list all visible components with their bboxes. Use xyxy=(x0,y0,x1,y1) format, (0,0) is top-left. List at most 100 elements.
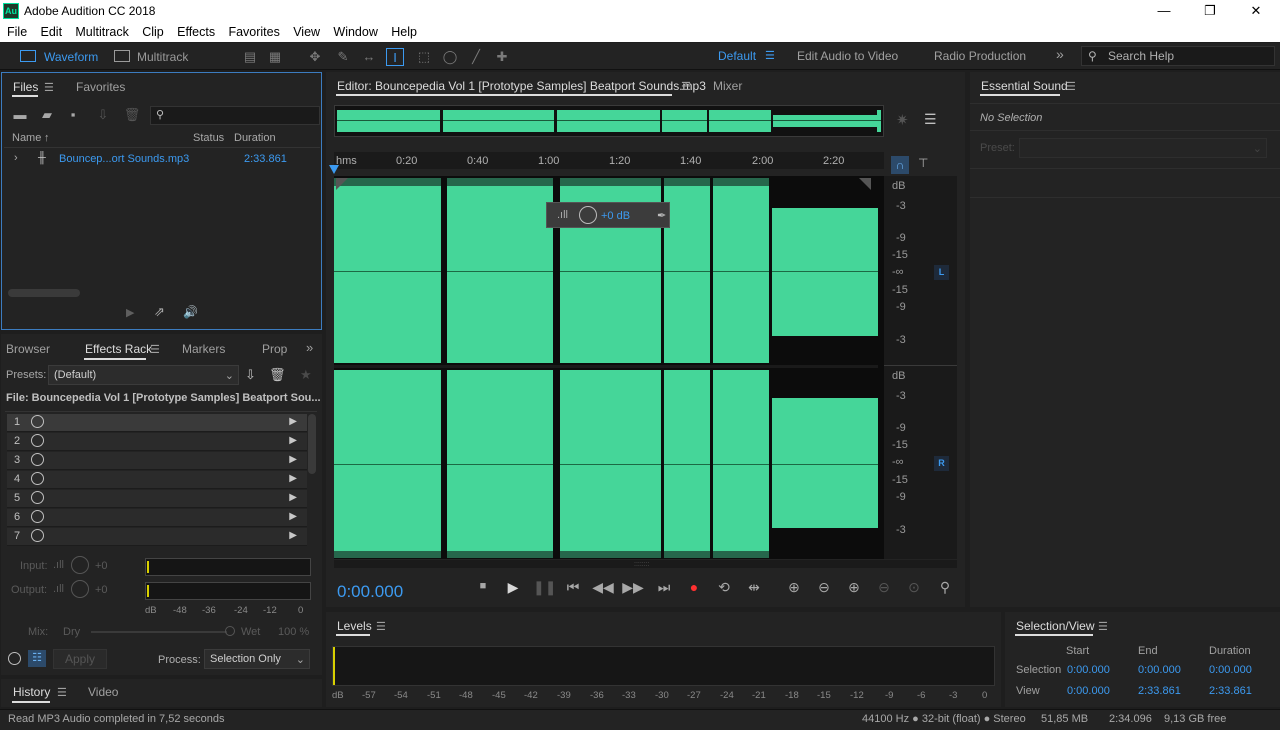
favorite-star-icon[interactable]: ★ xyxy=(300,367,312,383)
workspace-menu-icon[interactable]: ☰ xyxy=(765,49,775,62)
power-icon[interactable] xyxy=(31,510,44,523)
rack-power-icon[interactable] xyxy=(8,652,21,665)
delete-file-icon[interactable]: 🗑 xyxy=(123,106,141,124)
view-start[interactable]: 0:00.000 xyxy=(1067,685,1110,697)
view-end[interactable]: 2:33.861 xyxy=(1138,685,1181,697)
maximize-button[interactable]: ❐ xyxy=(1187,0,1233,22)
column-duration[interactable]: Duration xyxy=(234,132,276,144)
files-panel-menu-icon[interactable]: ☰ xyxy=(44,81,54,94)
menu-window[interactable]: Window xyxy=(333,22,377,39)
tab-favorites[interactable]: Favorites xyxy=(76,80,125,94)
time-selection-tool-icon[interactable]: I xyxy=(386,48,404,66)
expand-chevron-icon[interactable]: › xyxy=(14,152,18,164)
current-time-display[interactable]: 0:00.000 xyxy=(337,582,403,602)
input-gain-knob[interactable] xyxy=(71,556,89,574)
snap-magnet-icon[interactable]: ∩ xyxy=(891,156,909,174)
razor-tool-icon[interactable]: ✎ xyxy=(334,48,352,66)
tab-browser[interactable]: Browser xyxy=(6,342,50,356)
power-icon[interactable] xyxy=(31,434,44,447)
slots-scrollbar[interactable] xyxy=(308,414,316,474)
column-status[interactable]: Status xyxy=(193,132,224,144)
menu-clip[interactable]: Clip xyxy=(142,22,164,39)
tab-selection-view[interactable]: Selection/View xyxy=(1016,619,1095,633)
menu-help[interactable]: Help xyxy=(391,22,417,39)
skip-selection-icon[interactable]: ⇹ xyxy=(743,579,765,596)
waveform-tab[interactable]: Waveform xyxy=(44,47,98,67)
skip-forward-icon[interactable]: ⏭ xyxy=(653,579,675,596)
effect-slot[interactable]: 4 ▶ xyxy=(7,471,307,489)
zoom-in-time-icon[interactable]: ⊕ xyxy=(843,579,865,596)
process-dropdown[interactable]: Selection Only ⌄ xyxy=(204,649,310,669)
output-gain-knob[interactable] xyxy=(71,580,89,598)
pitch-display-icon[interactable]: ▦ xyxy=(266,48,284,66)
time-ruler[interactable]: hms 0:20 0:40 1:00 1:20 1:40 2:00 2:20 xyxy=(334,152,884,169)
spot-healing-tool-icon[interactable]: ✚ xyxy=(493,48,511,66)
zoom-in-amplitude-icon[interactable]: ⊕ xyxy=(783,579,805,596)
tab-markers[interactable]: Markers xyxy=(182,342,225,356)
tab-history[interactable]: History xyxy=(13,685,50,699)
menu-effects[interactable]: Effects xyxy=(177,22,215,39)
selection-start[interactable]: 0:00.000 xyxy=(1067,664,1110,676)
rewind-icon[interactable]: ◀◀ xyxy=(592,579,614,596)
pause-icon[interactable]: ❚❚ xyxy=(533,579,556,596)
view-duration[interactable]: 2:33.861 xyxy=(1209,685,1252,697)
channel-left-toggle[interactable]: L xyxy=(934,265,949,280)
arrow-right-icon[interactable]: ▶ xyxy=(289,454,297,465)
tab-essential-sound[interactable]: Essential Sound xyxy=(981,79,1068,93)
files-scrollbar[interactable] xyxy=(8,289,80,297)
power-icon[interactable] xyxy=(31,491,44,504)
autoplay-speaker-icon[interactable]: 🔊 xyxy=(183,305,198,319)
zoom-selection-icon[interactable]: ⊙ xyxy=(903,579,925,596)
loop-preview-icon[interactable]: ⇗ xyxy=(154,304,165,320)
arrow-right-icon[interactable]: ▶ xyxy=(289,492,297,503)
power-icon[interactable] xyxy=(31,453,44,466)
arrow-right-icon[interactable]: ▶ xyxy=(289,416,297,427)
play-preview-icon[interactable]: ▶ xyxy=(126,306,134,319)
overview-navigator[interactable] xyxy=(334,105,884,137)
marquee-tool-icon[interactable]: ⬚ xyxy=(415,48,433,66)
hud-gain-value[interactable]: +0 dB xyxy=(601,210,630,222)
move-tool-icon[interactable]: ✥ xyxy=(306,48,324,66)
slip-tool-icon[interactable]: ↔ xyxy=(360,48,378,66)
effect-slot[interactable]: 6 ▶ xyxy=(7,509,307,527)
record-icon[interactable]: ● xyxy=(683,579,705,595)
play-icon[interactable]: ▶ xyxy=(502,579,524,596)
levels-menu-icon[interactable]: ☰ xyxy=(376,620,386,633)
rack-list-icon[interactable]: ☷ xyxy=(28,650,46,667)
tab-properties[interactable]: Prop xyxy=(262,342,287,356)
stop-icon[interactable]: ■ xyxy=(472,580,494,592)
zoom-full-icon[interactable]: ⚲ xyxy=(934,579,956,596)
history-menu-icon[interactable]: ☰ xyxy=(57,686,67,699)
selection-end[interactable]: 0:00.000 xyxy=(1138,664,1181,676)
open-file-icon[interactable]: ▬ xyxy=(11,106,29,124)
search-help-input[interactable]: Search Help xyxy=(1081,46,1275,66)
resize-grip-icon[interactable]: :::::::: xyxy=(634,561,658,568)
presets-dropdown[interactable]: (Default) ⌄ xyxy=(48,365,239,385)
arrow-right-icon[interactable]: ▶ xyxy=(289,473,297,484)
new-file-icon[interactable]: ▪ xyxy=(64,106,82,124)
workspace-default[interactable]: Default xyxy=(718,49,756,63)
tab-effects-rack[interactable]: Effects Rack xyxy=(85,342,152,356)
import-file-icon[interactable]: ▰ xyxy=(38,106,56,124)
tab-mixer[interactable]: Mixer xyxy=(713,79,742,93)
effect-slot[interactable]: 2 ▶ xyxy=(7,433,307,451)
menu-multitrack[interactable]: Multitrack xyxy=(75,22,128,39)
arrow-right-icon[interactable]: ▶ xyxy=(289,435,297,446)
mix-slider[interactable] xyxy=(91,631,227,633)
power-icon[interactable] xyxy=(31,472,44,485)
workspace-radio-production[interactable]: Radio Production xyxy=(934,49,1026,63)
hud-pin-icon[interactable]: ✒ xyxy=(657,209,666,222)
more-workspaces-icon[interactable]: » xyxy=(1056,46,1064,62)
playhead-marker[interactable] xyxy=(329,165,339,174)
multitrack-tab[interactable]: Multitrack xyxy=(137,47,188,67)
arrow-right-icon[interactable]: ▶ xyxy=(289,530,297,541)
essential-sound-menu-icon[interactable]: ☰ xyxy=(1066,80,1076,93)
skip-back-icon[interactable]: ⏮ xyxy=(562,579,584,596)
selection-duration[interactable]: 0:00.000 xyxy=(1209,664,1252,676)
brush-tool-icon[interactable]: ╱ xyxy=(467,48,485,66)
tab-editor[interactable]: Editor: Bouncepedia Vol 1 [Prototype Sam… xyxy=(337,79,706,93)
column-name[interactable]: Name xyxy=(12,132,41,144)
waveform-display[interactable] xyxy=(334,176,884,559)
channel-right-toggle[interactable]: R xyxy=(934,456,949,471)
power-icon[interactable] xyxy=(31,529,44,542)
